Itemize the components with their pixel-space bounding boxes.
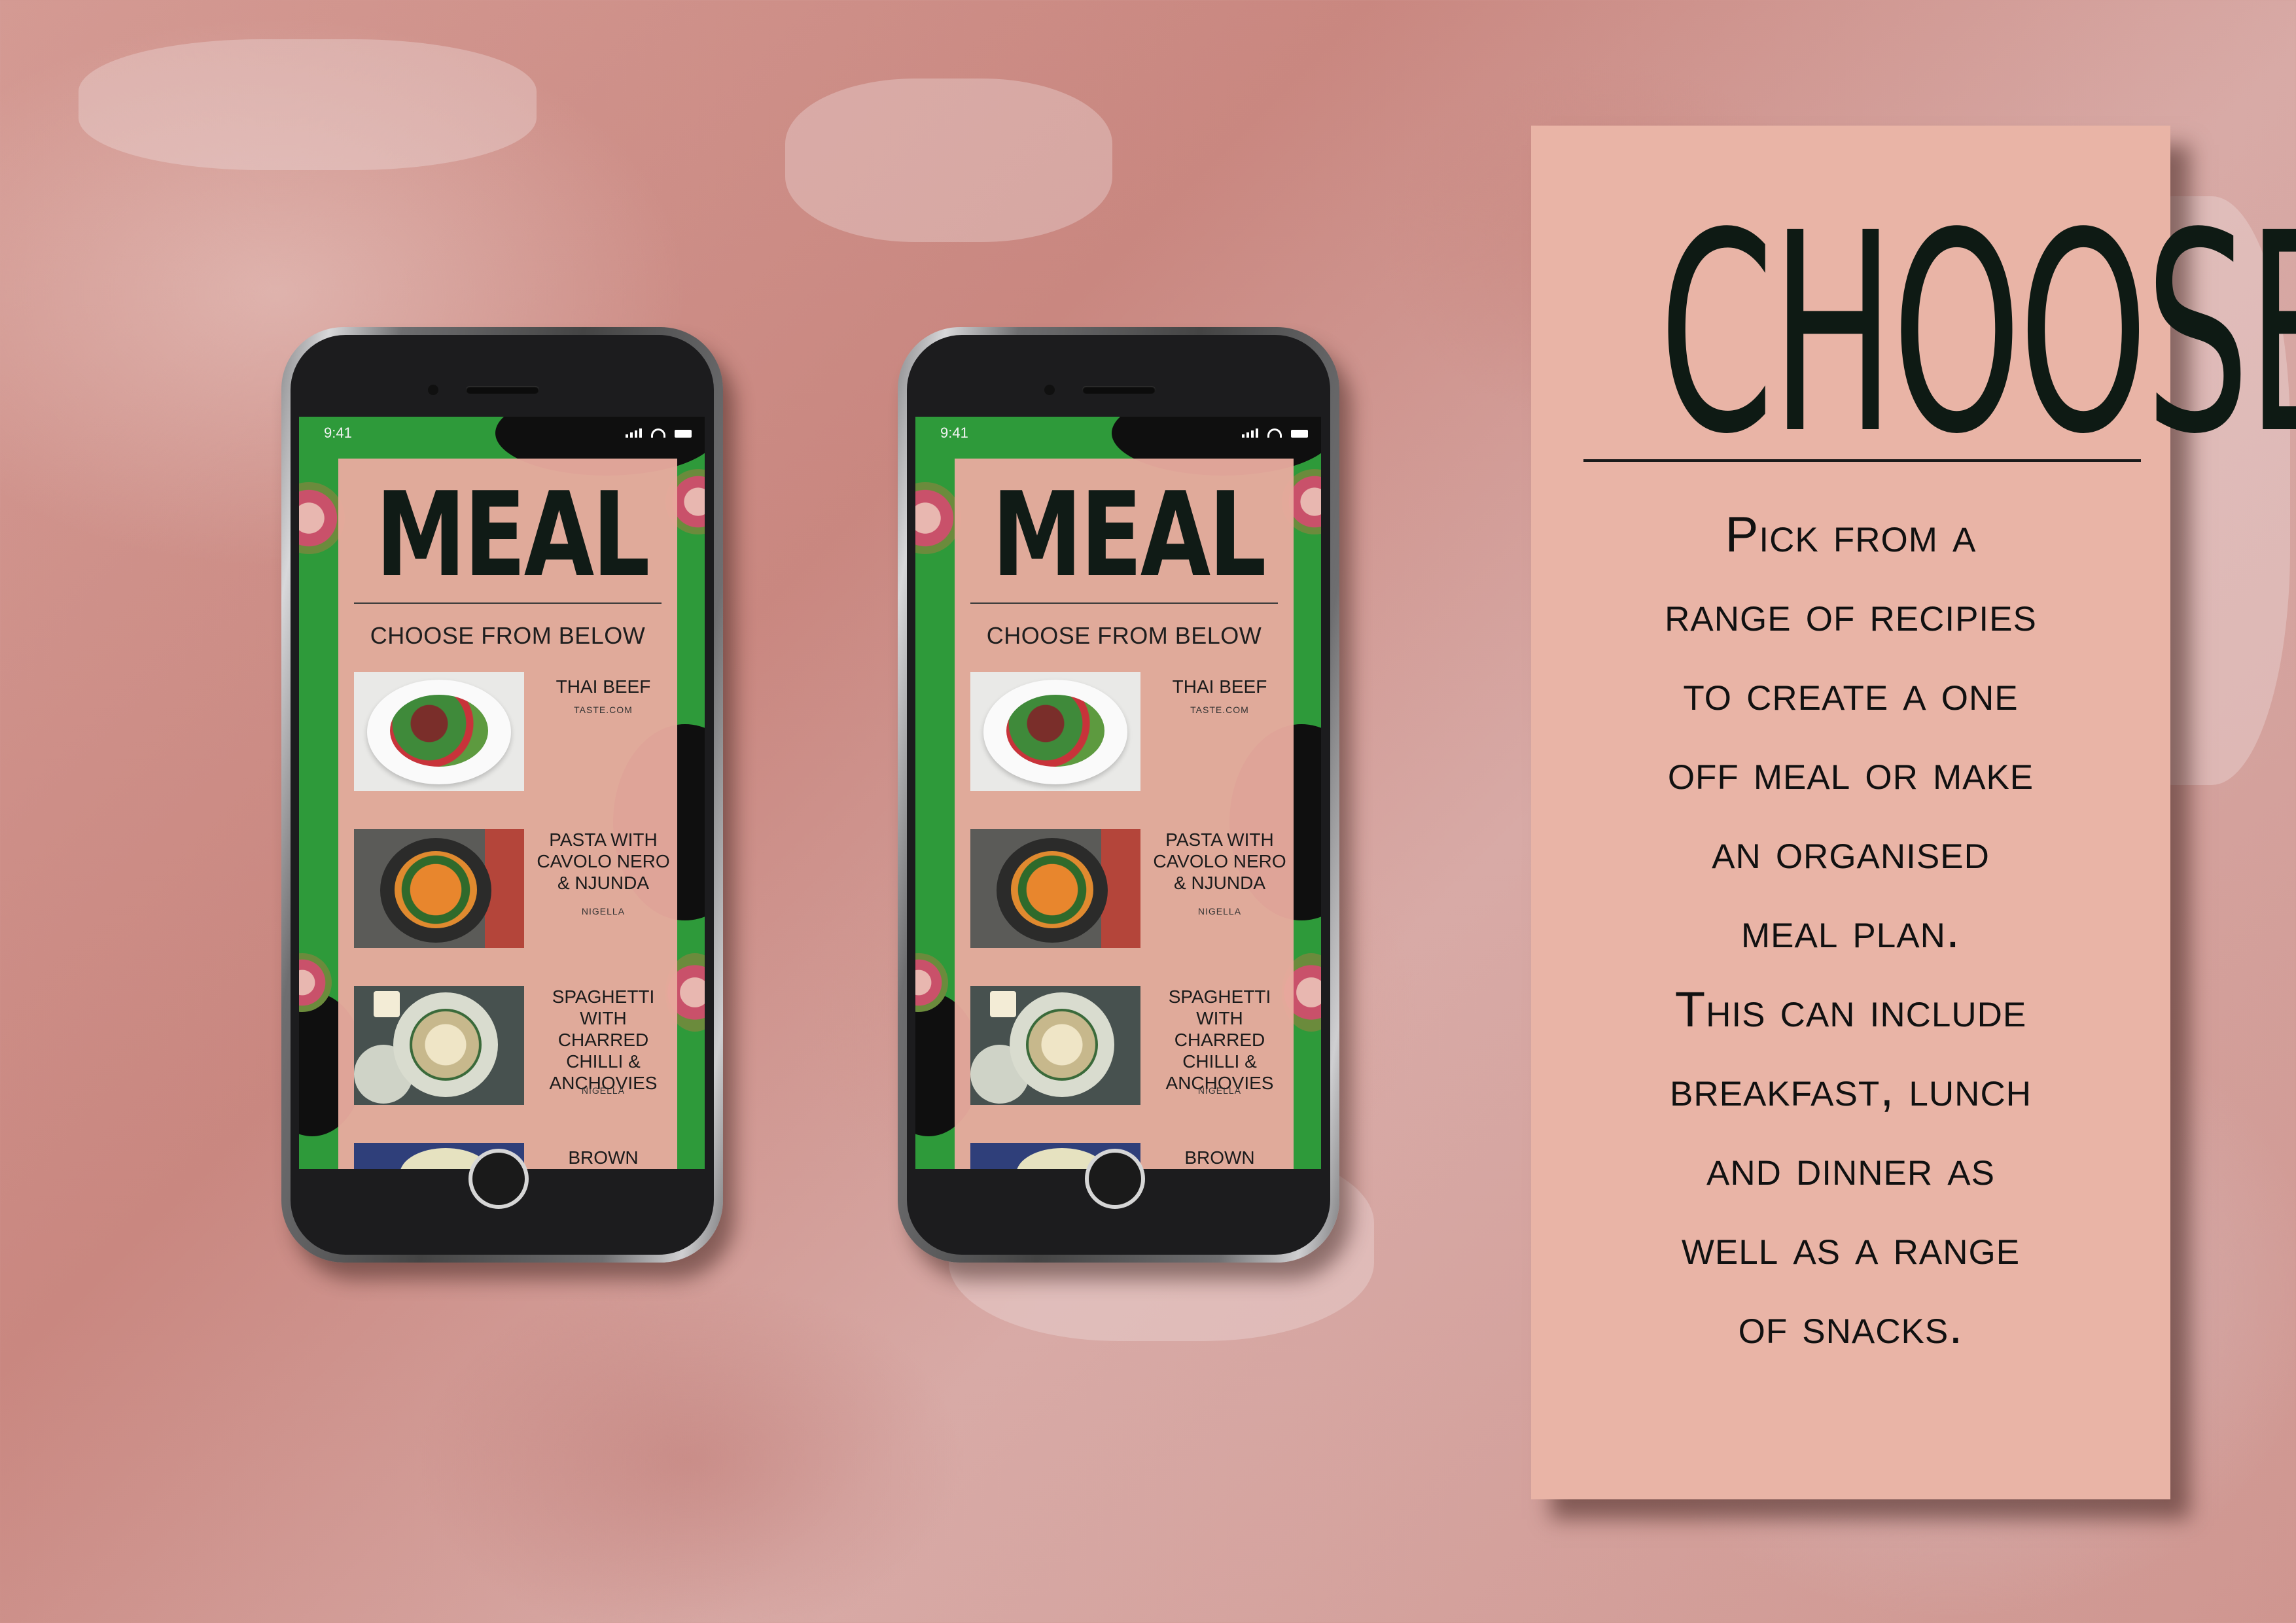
earpiece-speaker: [466, 386, 539, 394]
recipe-name: SPAGHETTI WITH CHARRED CHILLI & ANCHOVIE…: [1165, 986, 1274, 1093]
recipe-item-spaghetti-chilli[interactable]: SPAGHETTI WITH CHARRED CHILLI & ANCHOVIE…: [354, 986, 677, 1143]
recipe-name: BROWN: [1184, 1147, 1255, 1168]
home-button[interactable]: [468, 1149, 529, 1209]
recipe-source: TASTE.COM: [574, 705, 633, 715]
card-title: CHOOSE: [1659, 175, 2296, 495]
recipe-name: PASTA WITH CAVOLO NERO & NJUNDA: [537, 829, 670, 893]
card-body-line: well as a range: [1681, 1219, 2021, 1275]
status-time: 9:41: [324, 425, 352, 441]
recipe-item-spaghetti-chilli[interactable]: SPAGHETTI WITH CHARRED CHILLI & ANCHOVIE…: [970, 986, 1294, 1143]
phone-mockup-right: 9:41 MEAL CHOOSE FROM BELOW THAI BEEF TA…: [898, 327, 1339, 1263]
recipe-source: TASTE.COM: [1190, 705, 1249, 715]
page-title: MEAL: [375, 467, 650, 602]
status-bar: 9:41: [915, 422, 1321, 448]
status-time: 9:41: [940, 425, 968, 441]
home-button[interactable]: [1084, 1149, 1145, 1209]
wall-texture: [785, 79, 1112, 242]
recipe-thumbnail: [354, 986, 524, 1105]
page-title: MEAL: [991, 467, 1267, 602]
card-divider: [1583, 459, 2141, 462]
recipe-item-pasta-cavolo-nero[interactable]: PASTA WITH CAVOLO NERO & NJUNDA NIGELLA: [970, 829, 1294, 986]
title-divider: [970, 602, 1278, 604]
card-body-line: meal plan.: [1740, 903, 1960, 958]
recipe-thumbnail: [970, 829, 1140, 948]
recipe-source: NIGELLA: [581, 906, 626, 916]
phone-screen: 9:41 MEAL CHOOSE FROM BELOW THAI BEEF TA…: [915, 417, 1321, 1169]
wifi-icon: [651, 428, 665, 438]
card-body-line: to create a one: [1683, 665, 2019, 721]
earpiece-speaker: [1082, 386, 1156, 394]
recipe-name: THAI BEEF: [556, 676, 651, 697]
recipe-thumbnail: [970, 672, 1140, 791]
card-body-line: breakfast, lunch: [1669, 1061, 2032, 1117]
recipe-thumbnail: [354, 672, 524, 791]
recipe-source: NIGELLA: [1197, 1085, 1242, 1096]
recipe-thumbnail: [970, 986, 1140, 1105]
recipe-list: THAI BEEF TASTE.COM PASTA WITH CAVOLO NE…: [354, 672, 677, 1169]
page-subtitle: CHOOSE FROM BELOW: [986, 622, 1262, 649]
proximity-sensor: [428, 385, 438, 395]
recipe-item-pasta-cavolo-nero[interactable]: PASTA WITH CAVOLO NERO & NJUNDA NIGELLA: [354, 829, 677, 986]
recipe-name: BROWN: [568, 1147, 639, 1168]
phone-face: 9:41 MEAL CHOOSE FROM BELOW THAI BEEF TA…: [907, 335, 1330, 1255]
battery-icon: [1291, 430, 1308, 438]
card-body-line: off meal or make: [1667, 744, 2034, 800]
card-body-line: an organised: [1712, 824, 1990, 879]
card-body: Pick from a range of recipies to create …: [1570, 495, 2131, 1366]
phone-mockup-left: 9:41 MEAL CHOOSE FROM BELOW THAI BEEF TA…: [281, 327, 723, 1263]
recipe-thumbnail: [354, 829, 524, 948]
recipe-name: SPAGHETTI WITH CHARRED CHILLI & ANCHOVIE…: [549, 986, 658, 1093]
status-bar: 9:41: [299, 422, 705, 448]
status-icons: [1242, 428, 1308, 438]
card-body-line: of snacks.: [1738, 1299, 1964, 1354]
info-card: CHOOSE Pick from a range of recipies to …: [1531, 126, 2296, 1499]
phone-face: 9:41 MEAL CHOOSE FROM BELOW THAI BEEF TA…: [291, 335, 714, 1255]
recipe-source: NIGELLA: [581, 1085, 626, 1096]
card-body-line: and dinner as: [1706, 1140, 1995, 1196]
signal-icon: [1242, 428, 1258, 438]
recipe-source: NIGELLA: [1197, 906, 1242, 916]
signal-icon: [626, 428, 642, 438]
status-icons: [626, 428, 692, 438]
recipe-item-thai-beef[interactable]: THAI BEEF TASTE.COM: [354, 672, 677, 829]
battery-icon: [675, 430, 692, 438]
meal-panel: MEAL CHOOSE FROM BELOW THAI BEEF TASTE.C…: [338, 459, 677, 1169]
wall-texture: [79, 39, 537, 170]
recipe-name: THAI BEEF: [1172, 676, 1267, 697]
phone-screen: 9:41 MEAL CHOOSE FROM BELOW THAI BEEF TA…: [299, 417, 705, 1169]
wifi-icon: [1267, 428, 1282, 438]
title-divider: [354, 602, 662, 604]
proximity-sensor: [1044, 385, 1055, 395]
recipe-item-thai-beef[interactable]: THAI BEEF TASTE.COM: [970, 672, 1294, 829]
meal-panel: MEAL CHOOSE FROM BELOW THAI BEEF TASTE.C…: [955, 459, 1294, 1169]
card-body-line: Pick from a: [1725, 507, 1977, 563]
recipe-list: THAI BEEF TASTE.COM PASTA WITH CAVOLO NE…: [970, 672, 1294, 1169]
card-body-line: range of recipies: [1665, 586, 2037, 642]
card-body-line: This can include: [1674, 982, 2027, 1038]
page-subtitle: CHOOSE FROM BELOW: [370, 622, 646, 649]
recipe-name: PASTA WITH CAVOLO NERO & NJUNDA: [1153, 829, 1286, 893]
